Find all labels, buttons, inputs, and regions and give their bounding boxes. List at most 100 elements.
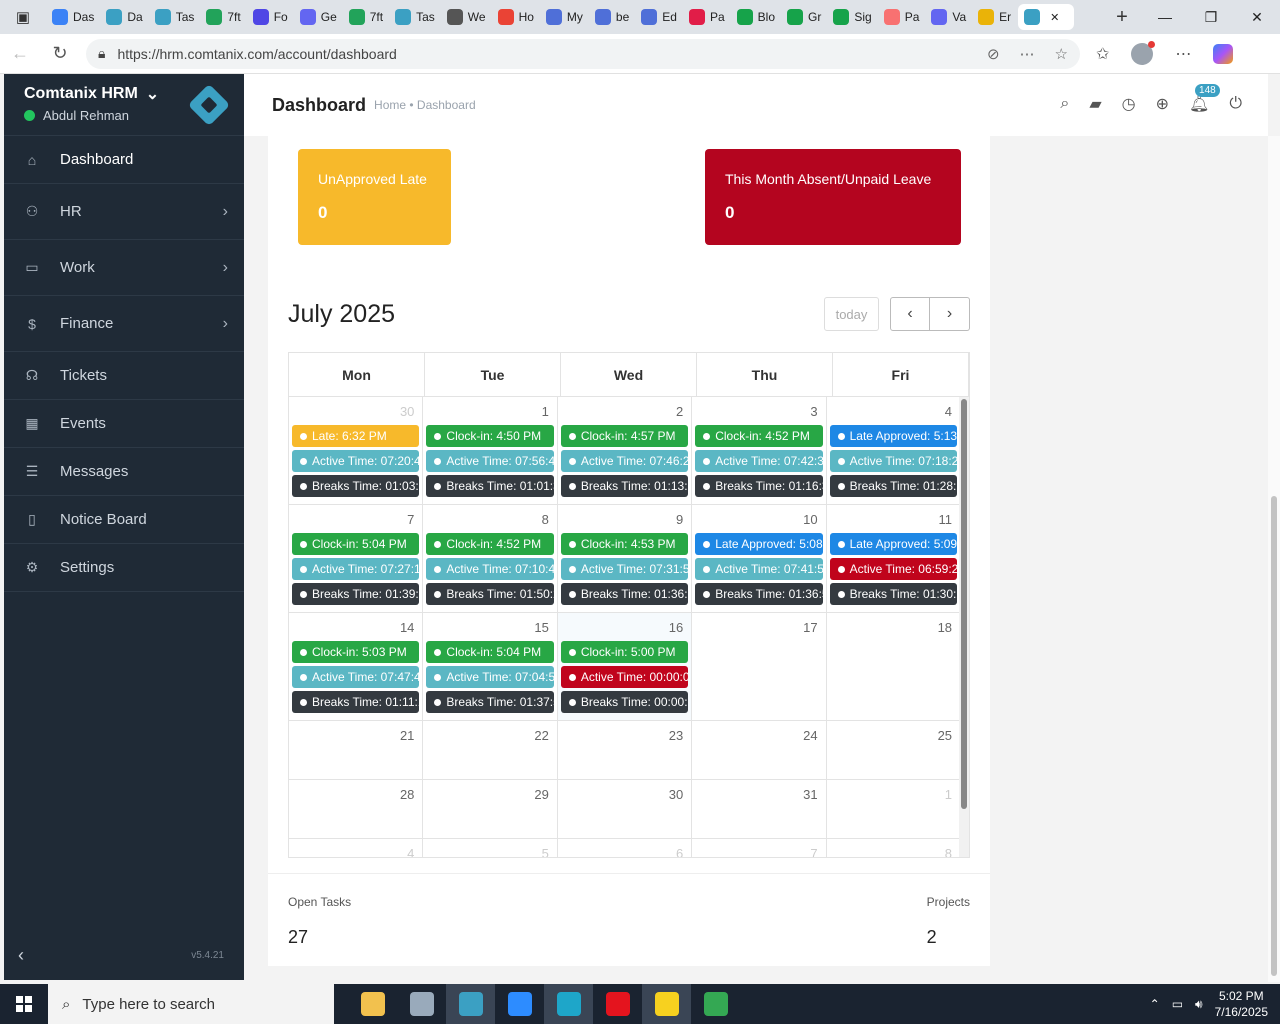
calendar-day[interactable]: 16 Clock-in: 5:00 PM Active Time: 00:00:00… <box>557 613 693 720</box>
calendar-event[interactable]: Breaks Time: 01:01:3 <box>426 475 554 497</box>
calendar-event[interactable]: Clock-in: 5:03 PM <box>292 641 420 663</box>
taskbar-app[interactable] <box>593 984 642 1024</box>
back-button[interactable]: ← <box>0 43 40 64</box>
calendar-day[interactable]: 4 Late Approved: 5:13 Active Time: 07:18:2… <box>827 397 962 504</box>
calendar-event[interactable]: Breaks Time: 01:03:4 <box>292 475 420 497</box>
sidebar-item-settings[interactable]: ⚙ Settings <box>4 544 244 592</box>
day-number[interactable]: 31 <box>803 787 817 802</box>
scroll-thumb[interactable] <box>961 399 967 809</box>
refresh-button[interactable]: ↻ <box>40 43 80 64</box>
calendar-event[interactable]: Clock-in: 4:50 PM <box>426 425 554 447</box>
calendar-day[interactable]: 7 Clock-in: 5:04 PM Active Time: 07:27:18 B… <box>289 505 424 612</box>
sidebar-item-work[interactable]: ▭ Work › <box>4 240 244 296</box>
page-scroll-thumb[interactable] <box>1271 496 1277 976</box>
day-number[interactable]: 8 <box>945 846 952 857</box>
calendar-event[interactable]: Clock-in: 4:52 PM <box>426 533 554 555</box>
open-tasks-stat[interactable]: Open Tasks 27 <box>288 895 351 948</box>
calendar-day[interactable]: 21 <box>289 721 424 779</box>
calendar-day[interactable]: 8 Clock-in: 4:52 PM Active Time: 07:10:48 B… <box>423 505 558 612</box>
calendar-day[interactable]: 30 Late: 6:32 PM Active Time: 07:20:44 Brea… <box>289 397 424 504</box>
search-icon[interactable]: ⌕ <box>1060 95 1069 113</box>
calendar-event[interactable]: Clock-in: 4:53 PM <box>560 533 689 555</box>
favorites-icon[interactable]: ✩ <box>1096 44 1109 64</box>
day-number[interactable]: 24 <box>803 728 817 743</box>
calendar-day[interactable]: 24 <box>692 721 827 779</box>
calendar-event[interactable]: Active Time: 07:04:58 <box>426 666 554 688</box>
browser-tab[interactable]: Blo <box>731 4 781 30</box>
minimize-button[interactable]: — <box>1142 0 1188 34</box>
calendar-event[interactable]: Late Approved: 5:08 I <box>695 533 823 555</box>
today-button[interactable]: today <box>824 297 879 331</box>
browser-tab[interactable]: My <box>540 4 589 30</box>
sidebar-item-events[interactable]: ▦ Events <box>4 400 244 448</box>
calendar-event[interactable]: Active Time: 07:27:18 <box>292 558 420 580</box>
calendar-day[interactable]: 17 <box>692 613 827 720</box>
calendar-event[interactable]: Active Time: 07:18:2 <box>829 450 958 472</box>
calendar-day[interactable]: 23 <box>558 721 693 779</box>
calendar-day[interactable]: 28 <box>289 780 424 838</box>
browser-tab[interactable]: Ho <box>492 4 540 30</box>
url-text[interactable]: https://hrm.comtanix.com/account/dashboa… <box>117 46 975 62</box>
calendar-event[interactable]: Clock-in: 4:52 PM <box>695 425 823 447</box>
calendar-day[interactable]: 1 <box>827 780 962 838</box>
calendar-day[interactable]: 3 Clock-in: 4:52 PM Active Time: 07:42:34 B… <box>692 397 827 504</box>
day-number[interactable]: 11 <box>939 512 953 527</box>
calendar-event[interactable]: Breaks Time: 01:50:2 <box>426 583 554 605</box>
browser-tab[interactable]: Gr <box>781 4 827 30</box>
day-number[interactable]: 15 <box>534 620 548 635</box>
unapproved-late-card[interactable]: UnApproved Late 0 <box>298 149 451 245</box>
browser-tab[interactable]: Sig <box>827 4 877 30</box>
url-field[interactable]: 🔒︎ https://hrm.comtanix.com/account/dash… <box>86 38 1080 69</box>
browser-tab[interactable]: 7ft <box>343 4 389 30</box>
tab-actions-icon[interactable]: ▣ <box>0 0 46 34</box>
more-menu-icon[interactable]: ⋯ <box>1175 44 1191 64</box>
browser-tab[interactable]: Da <box>100 4 148 30</box>
day-number[interactable]: 7 <box>810 846 817 857</box>
browser-tab[interactable]: Er <box>972 4 1018 30</box>
day-number[interactable]: 28 <box>400 787 414 802</box>
copilot-icon[interactable] <box>1213 43 1234 64</box>
calendar-day[interactable]: 5 <box>423 839 558 857</box>
power-icon[interactable]: ⏻ <box>1229 95 1242 113</box>
clock-icon[interactable]: ◷ <box>1122 94 1136 114</box>
calendar-event[interactable]: Active Time: 07:20:44 <box>292 450 420 472</box>
day-number[interactable]: 4 <box>945 404 952 419</box>
restore-button[interactable]: ❐ <box>1188 0 1234 34</box>
taskbar-search[interactable]: ⌕ Type here to search <box>48 984 334 1024</box>
browser-tab[interactable]: Pa <box>683 4 731 30</box>
read-aloud-icon[interactable]: ⋯ <box>1020 45 1035 63</box>
sticky-note-icon[interactable]: ▰ <box>1089 94 1101 114</box>
browser-tab[interactable]: Ge <box>294 4 343 30</box>
browser-tab[interactable]: ✕ <box>1018 4 1075 30</box>
calendar-event[interactable]: Late Approved: 5:09 <box>829 533 958 555</box>
calendar-event[interactable]: Active Time: 07:47:48 <box>292 666 420 688</box>
browser-tab[interactable]: Fo <box>247 4 294 30</box>
day-number[interactable]: 2 <box>676 404 683 419</box>
calendar-day[interactable]: 29 <box>423 780 558 838</box>
calendar-event[interactable]: Clock-in: 5:04 PM <box>426 641 554 663</box>
calendar-event[interactable]: Clock-in: 5:00 PM <box>560 641 689 663</box>
browser-tab[interactable]: 7ft <box>200 4 246 30</box>
browser-tab[interactable]: be <box>589 4 635 30</box>
taskbar-app[interactable] <box>446 984 495 1024</box>
calendar-day[interactable]: 14 Clock-in: 5:03 PM Active Time: 07:47:48… <box>289 613 424 720</box>
new-tab-button[interactable]: + <box>1102 6 1142 29</box>
calendar-event[interactable]: Breaks Time: 01:36:5 <box>695 583 823 605</box>
calendar-day[interactable]: 22 <box>423 721 558 779</box>
sidebar-item-notice-board[interactable]: ▯ Notice Board <box>4 496 244 544</box>
browser-tab[interactable]: Tas <box>149 4 201 30</box>
calendar-day[interactable]: 7 <box>692 839 827 857</box>
sidebar-item-hr[interactable]: ⚇ HR › <box>4 184 244 240</box>
prev-month-button[interactable]: ‹ <box>890 297 930 331</box>
calendar-day[interactable]: 9 Clock-in: 4:53 PM Active Time: 07:31:50 B… <box>558 505 693 612</box>
day-number[interactable]: 21 <box>400 728 414 743</box>
day-number[interactable]: 22 <box>534 728 548 743</box>
calendar-event[interactable]: Active Time: 07:46:24 <box>560 450 689 472</box>
calendar-day[interactable]: 18 <box>827 613 962 720</box>
calendar-event[interactable]: Active Time: 07:41:50 <box>695 558 823 580</box>
close-tab-icon[interactable]: ✕ <box>1050 11 1059 24</box>
taskbar-app[interactable] <box>691 984 740 1024</box>
day-number[interactable]: 30 <box>400 404 414 419</box>
calendar-event[interactable]: Breaks Time: 01:37:5 <box>426 691 554 713</box>
add-circle-icon[interactable]: ⊕ <box>1156 94 1169 114</box>
